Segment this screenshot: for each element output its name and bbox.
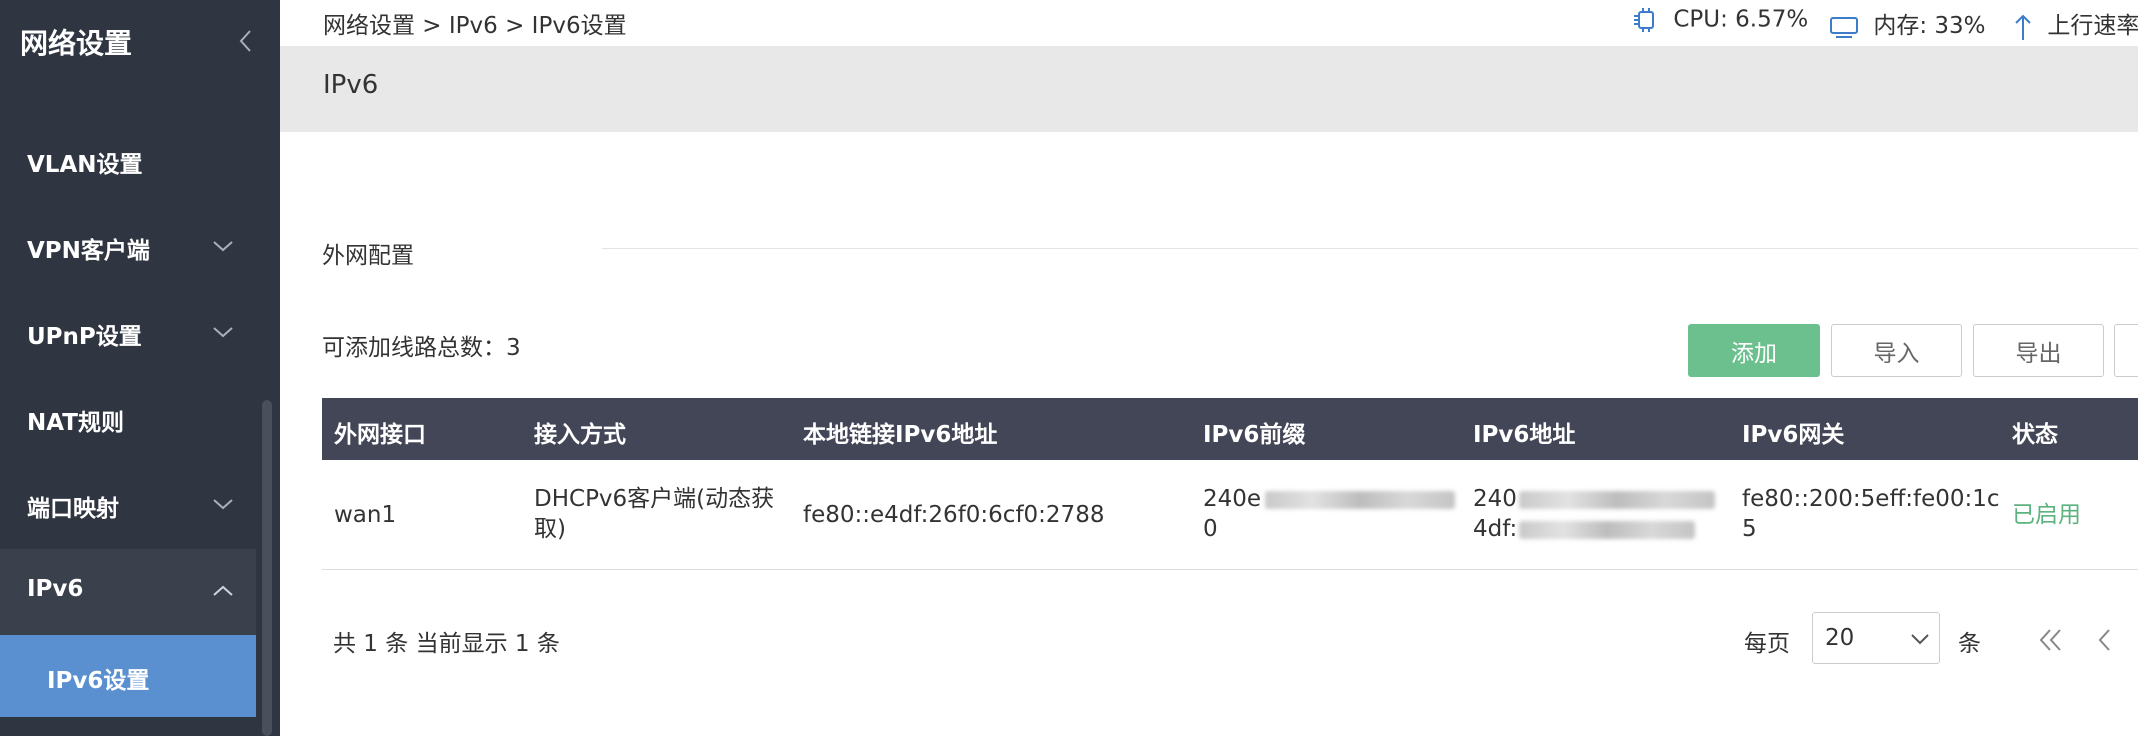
page-header: IPv6	[280, 46, 2138, 132]
cell-gateway: fe80::200:5eff:fe00:1c 5	[1742, 484, 2000, 544]
cell-access-method: DHCPv6客户端(动态获 取)	[534, 484, 774, 544]
cell-gateway-line2: 5	[1742, 516, 1757, 542]
chevron-down-icon	[1909, 631, 1931, 651]
top-bar: 网络设置 > IPv6 > IPv6设置 CPU: 6.57% 内存: 33% …	[280, 0, 2138, 46]
sidebar-item-label: IPv6	[27, 576, 84, 602]
redacted-blur	[1518, 490, 1715, 509]
cell-prefix-line2: 0	[1203, 516, 1218, 542]
sidebar-item-label: NAT规则	[27, 410, 124, 436]
cell-access-line1: DHCPv6客户端(动态获	[534, 486, 775, 512]
per-page-label: 每页	[1744, 631, 1790, 657]
sidebar-subitem-label: IPv6设置	[47, 668, 150, 694]
memory-icon	[1828, 13, 1873, 39]
page-title: IPv6	[323, 70, 379, 100]
breadcrumb: 网络设置 > IPv6 > IPv6设置	[323, 13, 627, 39]
cell-link-local: fe80::e4df:26f0:6cf0:2788	[803, 502, 1105, 528]
cell-prefix-line1: 240e	[1203, 486, 1262, 512]
sidebar-item-vpn-client[interactable]: VPN客户端	[0, 204, 256, 290]
line-count-text: 可添加线路总数：3	[322, 335, 521, 361]
sidebar-item-label: VPN客户端	[27, 238, 150, 264]
import-button[interactable]: 导入	[1831, 324, 1962, 377]
sidebar-item-label: UPnP设置	[27, 324, 142, 350]
sidebar-item-label: 端口映射	[27, 496, 119, 522]
cpu-text: CPU: 6.57%	[1673, 6, 1809, 33]
first-page-icon[interactable]	[2036, 625, 2066, 659]
table-header: 外网接口 接入方式 本地链接IPv6地址 IPv6前缀 IPv6地址 IPv6网…	[322, 398, 2138, 460]
column-header[interactable]: 本地链接IPv6地址	[803, 415, 997, 449]
per-page-select[interactable]: 20	[1812, 612, 1940, 664]
chevron-up-icon	[210, 581, 236, 601]
upload-text: 上行速率	[2047, 13, 2138, 39]
cell-address-line1: 240	[1473, 486, 1517, 512]
section-title: 外网配置	[322, 243, 414, 269]
sidebar-title: 网络设置	[20, 27, 133, 60]
collapse-sidebar-icon[interactable]	[236, 26, 256, 56]
per-page-value: 20	[1825, 625, 1855, 651]
redacted-blur	[1265, 490, 1456, 509]
sidebar-header: 网络设置	[0, 0, 280, 86]
column-header[interactable]: 接入方式	[534, 415, 626, 449]
sidebar-item-port-mapping[interactable]: 端口映射	[0, 462, 256, 548]
sidebar-item-ipv6[interactable]: IPv6	[0, 549, 256, 635]
sidebar-item-vlan[interactable]: VLAN设置	[0, 118, 256, 204]
cell-prefix: 240e 0	[1203, 484, 1456, 544]
column-header[interactable]: IPv6地址	[1473, 415, 1575, 449]
sidebar-item-nat-rules[interactable]: NAT规则	[0, 376, 256, 462]
table-row[interactable]: wan1 DHCPv6客户端(动态获 取) fe80::e4df:26f0:6c…	[322, 460, 2138, 570]
cell-address-line2: 4df:	[1473, 516, 1518, 542]
cell-access-line2: 取)	[534, 516, 566, 542]
column-header[interactable]: IPv6前缀	[1203, 415, 1305, 449]
cpu-icon	[1632, 7, 1673, 33]
cell-gateway-line1: fe80::200:5eff:fe00:1c	[1742, 486, 2000, 512]
redacted-blur	[1519, 520, 1696, 539]
chevron-down-icon	[210, 322, 236, 342]
per-page-unit: 条	[1958, 631, 1981, 657]
upload-stat: 上行速率	[2012, 6, 2138, 42]
column-header[interactable]: IPv6网关	[1742, 415, 1844, 449]
sidebar-subitem-ipv6-settings[interactable]: IPv6设置	[0, 635, 256, 717]
cpu-stat: CPU: 6.57%	[1632, 6, 1808, 34]
chevron-down-icon	[210, 494, 236, 514]
cell-interface: wan1	[334, 502, 397, 528]
column-header[interactable]: 状态	[2012, 415, 2058, 449]
sidebar: 网络设置 VLAN设置 VPN客户端 UPnP设置 NAT规则 端口映射 IPv…	[0, 0, 280, 736]
pagination-summary: 共 1 条 当前显示 1 条	[333, 631, 560, 657]
more-button[interactable]	[2114, 324, 2138, 377]
section-divider	[602, 248, 2138, 249]
add-button[interactable]: 添加	[1688, 324, 1820, 377]
status-badge: 已启用	[2012, 502, 2081, 528]
arrow-up-icon	[2012, 13, 2047, 40]
export-button[interactable]: 导出	[1973, 324, 2104, 377]
cell-address: 240 4df:	[1473, 484, 1715, 544]
memory-text: 内存: 33%	[1873, 13, 1986, 39]
previous-page-icon[interactable]	[2092, 625, 2116, 659]
column-header[interactable]: 外网接口	[334, 415, 426, 449]
chevron-down-icon	[210, 236, 236, 256]
sidebar-item-upnp[interactable]: UPnP设置	[0, 290, 256, 376]
sidebar-scrollbar[interactable]	[262, 400, 272, 736]
memory-stat: 内存: 33%	[1828, 6, 1986, 41]
sidebar-item-label: VLAN设置	[27, 152, 143, 178]
